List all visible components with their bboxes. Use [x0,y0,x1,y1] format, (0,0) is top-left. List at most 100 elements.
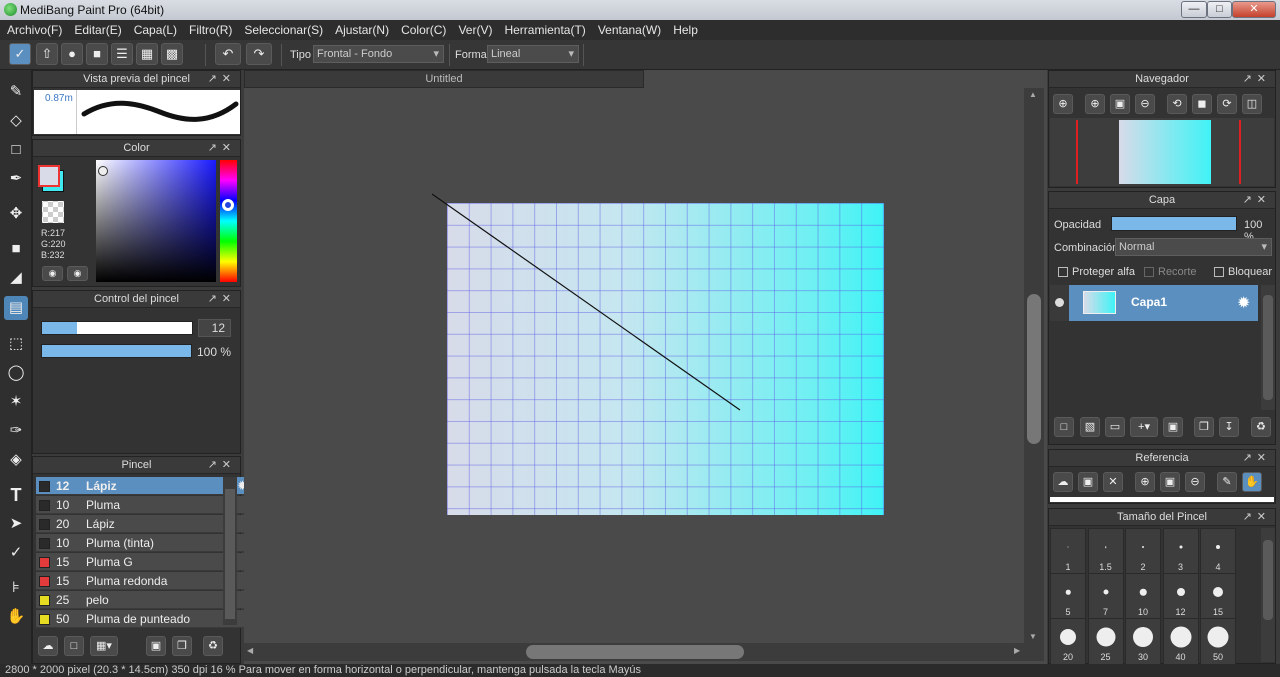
new-layer-icon[interactable]: □ [1054,417,1074,437]
rotate-left-icon[interactable]: ⟲ [1167,94,1187,114]
layer-opacity-slider[interactable] [1111,216,1237,231]
brush-list-item[interactable]: 12 Lápiz ✹ [36,477,251,495]
brush-size-value[interactable]: 12 [198,319,231,337]
brush-list-item[interactable]: 10 Pluma (tinta) [36,534,251,552]
pipette-tool-icon[interactable]: ⊧ [4,576,28,600]
forma-select[interactable]: Lineal [487,45,579,63]
lasso-tool-icon[interactable]: ◯ [4,361,28,385]
brush-folder-icon[interactable]: ▣ [146,636,166,656]
redo-icon[interactable]: ↷ [246,43,272,65]
brush-list-item[interactable]: 10 Pluma [36,496,251,514]
color-saturation-field[interactable] [96,160,216,282]
reference-fit-icon[interactable]: ▣ [1160,472,1180,492]
menu-ver[interactable]: Ver(V) [458,23,492,37]
select-eraser-tool-icon[interactable]: ◈ [4,448,28,472]
brush-list-item[interactable]: 50 Pluma de punteado [36,610,251,628]
menu-capa[interactable]: Capa(L) [134,23,177,37]
bucket-tool-icon[interactable]: ◢ [4,266,28,290]
menu-archivo[interactable]: Archivo(F) [7,23,62,37]
brush-size-scrollbar[interactable] [1261,528,1275,662]
layer-list-scrollbar[interactable] [1261,285,1275,410]
reference-close-icon[interactable]: ✕ [1103,472,1123,492]
grid-layout-icon[interactable]: ▩ [161,43,183,65]
menu-ajustar[interactable]: Ajustar(N) [335,23,389,37]
delete-layer-icon[interactable]: ♻ [1251,417,1271,437]
text-tool-icon[interactable]: T [4,483,28,507]
minimize-button[interactable]: — [1181,1,1207,18]
page-icon[interactable]: ☰ [111,43,133,65]
reference-cloud-icon[interactable]: ☁ [1053,472,1073,492]
brush-size-option[interactable]: 40 [1162,618,1199,666]
clip-checkbox[interactable] [1144,267,1154,277]
new-layer-1bit-icon[interactable]: ▭ [1105,417,1125,437]
palette-icon[interactable]: ◉ [42,266,63,281]
eyedropper-tool-icon[interactable]: ✓ [4,541,28,565]
fit-screen-icon[interactable]: ▣ [1110,94,1130,114]
close-button[interactable]: ✕ [1232,1,1276,18]
brush-size-option[interactable]: 30 [1125,618,1161,666]
brush-list-item[interactable]: 20 Lápiz [36,515,251,533]
menu-filtro[interactable]: Filtro(R) [189,23,232,37]
navigator-preview[interactable] [1050,118,1274,186]
magic-wand-tool-icon[interactable]: ✶ [4,390,28,414]
panel-layout-icon[interactable]: ▦ [136,43,158,65]
brush-size-option[interactable]: 20 [1050,618,1086,666]
reference-eyedropper-icon[interactable]: ✎ [1217,472,1237,492]
menu-ventana[interactable]: Ventana(W) [598,23,661,37]
flip-icon[interactable]: ◫ [1242,94,1262,114]
brush-size-option[interactable]: 7 [1087,573,1124,621]
cloud-save-icon[interactable]: ✓ [9,43,31,65]
reference-hand-icon[interactable]: ✋ [1242,472,1262,492]
menu-herramienta[interactable]: Herramienta(T) [504,23,585,37]
brush-size-option[interactable]: 2 [1125,528,1161,576]
brush-list-item[interactable]: 25 pelo [36,591,251,609]
maximize-button[interactable]: □ [1207,1,1232,18]
transparent-swatch[interactable] [42,201,64,223]
color-picker-icon[interactable]: ◉ [67,266,88,281]
reference-zoom-in-icon[interactable]: ⊕ [1135,472,1155,492]
brush-size-option[interactable]: 1.5 [1087,528,1124,576]
brush-size-option[interactable]: 25 [1087,618,1124,666]
reference-open-icon[interactable]: ▣ [1078,472,1098,492]
document-tab[interactable]: Untitled [244,70,644,88]
brush-cloud-icon[interactable]: ☁ [38,636,58,656]
brush-duplicate-icon[interactable]: ❐ [172,636,192,656]
pen-tool-icon[interactable]: ✒ [4,167,28,191]
add-layer-menu-icon[interactable]: +▾ [1130,417,1158,437]
menu-help[interactable]: Help [673,23,698,37]
fill-rect-tool-icon[interactable]: ■ [4,237,28,261]
brush-list-scrollbar[interactable] [223,477,237,625]
select-pen-tool-icon[interactable]: ✑ [4,419,28,443]
gradient-tool-icon[interactable]: ▤ [4,296,28,320]
menu-seleccionar[interactable]: Seleccionar(S) [244,23,323,37]
menu-editar[interactable]: Editar(E) [74,23,121,37]
brush-size-option[interactable]: 50 [1200,618,1236,666]
brush-delete-icon[interactable]: ♻ [203,636,223,656]
brush-size-option[interactable]: 5 [1050,573,1086,621]
brush-size-slider[interactable] [41,321,193,335]
brush-opacity-slider[interactable] [41,344,192,358]
brush-size-option[interactable]: 10 [1125,573,1161,621]
move-tool-icon[interactable]: ✥ [4,202,28,226]
brush-new-icon[interactable]: □ [64,636,84,656]
brush-size-option[interactable]: 15 [1200,573,1236,621]
protect-alpha-checkbox[interactable] [1058,267,1068,277]
brush-list-item[interactable]: 15 Pluma redonda [36,572,251,590]
canvas-vertical-scrollbar[interactable]: ▲ ▼ [1024,88,1044,646]
reset-view-icon[interactable]: ◼ [1192,94,1212,114]
brush-size-option[interactable]: 1 [1050,528,1086,576]
brush-size-option[interactable]: 3 [1162,528,1199,576]
undo-icon[interactable]: ↶ [215,43,241,65]
layer-visibility-icon[interactable] [1055,298,1064,307]
layer-folder-icon[interactable]: ▣ [1163,417,1183,437]
hand-tool-icon[interactable]: ✋ [4,605,28,629]
brush-list-item[interactable]: 15 Pluma G [36,553,251,571]
layer-row[interactable]: Capa1 ✹ [1050,285,1258,321]
reference-zoom-out-icon[interactable]: ⊖ [1185,472,1205,492]
lock-checkbox[interactable] [1214,267,1224,277]
zoom-in-icon[interactable]: ⊕ [1053,94,1073,114]
shape-tool-icon[interactable]: □ [4,138,28,162]
upload-icon[interactable]: ⇧ [36,43,58,65]
brush-size-option[interactable]: 12 [1162,573,1199,621]
menu-color[interactable]: Color(C) [401,23,446,37]
